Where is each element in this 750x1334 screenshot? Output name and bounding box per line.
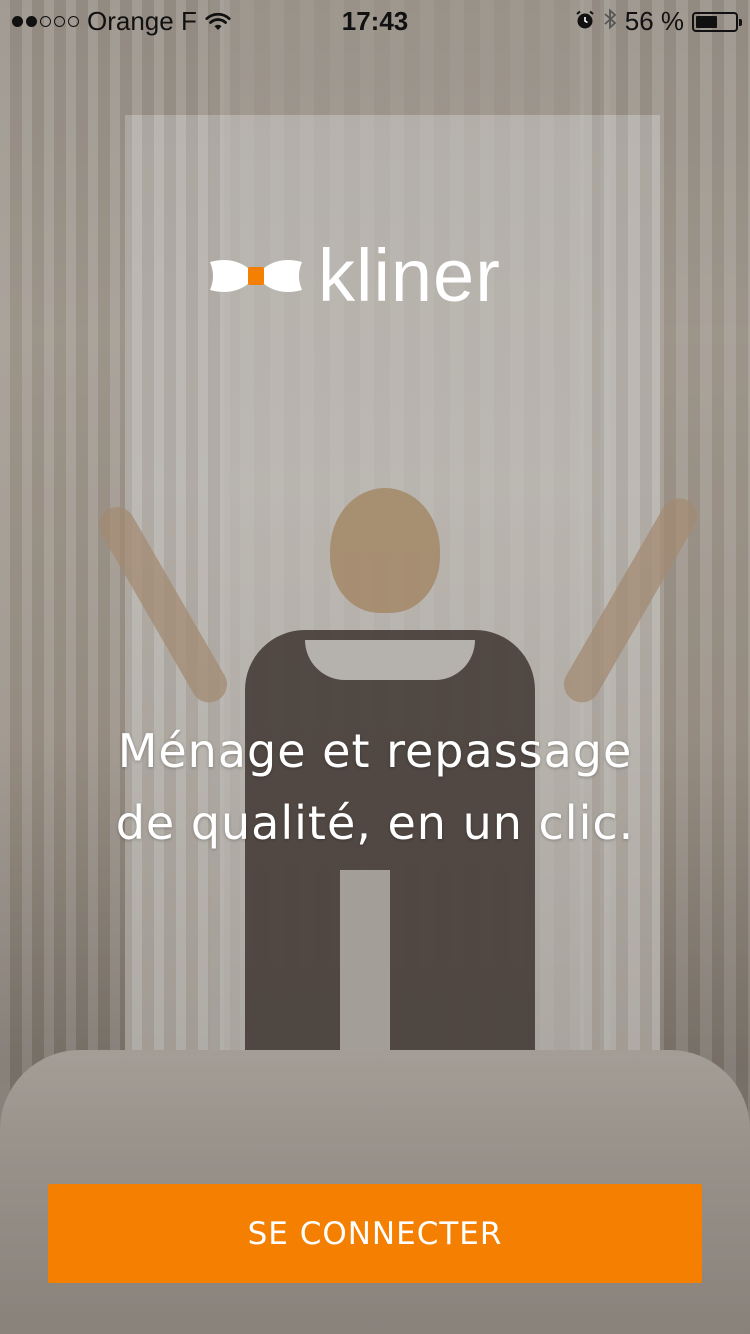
welcome-screen: Orange F 17:43 56 % kliner Ménage et rep… <box>0 0 750 1334</box>
hero-tagline: Ménage et repassage de qualité, en un cl… <box>0 715 750 859</box>
battery-icon <box>692 11 742 32</box>
tagline-line-1: Ménage et repassage <box>117 724 633 778</box>
bow-tie-icon <box>210 260 302 292</box>
battery-level-fill <box>696 15 717 28</box>
login-button[interactable]: SE CONNECTER <box>48 1184 702 1283</box>
battery-percentage: 56 % <box>624 6 684 36</box>
tagline-line-2: de qualité, en un clic. <box>115 796 635 850</box>
background-dim-overlay <box>0 0 750 1334</box>
bluetooth-icon <box>603 6 617 37</box>
kliner-logo: kliner <box>208 236 548 316</box>
status-bar: Orange F 17:43 56 % <box>0 0 750 40</box>
status-right: 56 % <box>575 6 742 37</box>
brand-name: kliner <box>318 234 501 317</box>
alarm-icon <box>575 6 595 37</box>
